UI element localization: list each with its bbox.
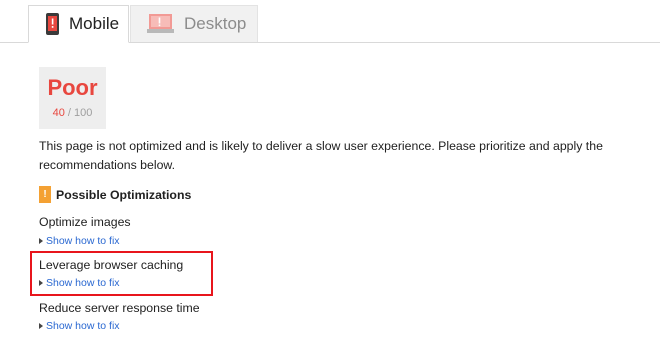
score-card: Poor 40 / 100: [39, 67, 106, 129]
device-tabbar: Mobile Desktop: [0, 0, 660, 43]
caret-right-icon: [39, 323, 43, 329]
score-number: 40: [52, 107, 65, 119]
section-title: Possible Optimizations: [56, 187, 192, 202]
tab-desktop-label: Desktop: [184, 14, 247, 33]
fix-link-label: Show how to fix: [46, 320, 120, 332]
tab-desktop[interactable]: Desktop: [130, 5, 258, 42]
summary-description: This page is not optimized and is likely…: [39, 139, 603, 172]
score-separator: /: [64, 107, 75, 119]
score-max: 100: [74, 107, 93, 119]
fix-link-label: Show how to fix: [46, 235, 120, 247]
caret-right-icon: [39, 238, 43, 244]
score-rating-label: Poor: [47, 75, 98, 100]
show-how-to-fix-link[interactable]: Show how to fix: [39, 319, 120, 333]
show-how-to-fix-link[interactable]: Show how to fix: [39, 234, 120, 248]
desktop-monitor-icon: [147, 14, 174, 34]
mobile-phone-icon: [46, 13, 59, 35]
tab-mobile-label: Mobile: [69, 14, 120, 33]
rule-title-optimize-images: Optimize images: [39, 215, 131, 229]
score-value: 40 / 100: [39, 105, 106, 121]
warning-icon: !: [39, 186, 51, 203]
pagespeed-results: Mobile Desktop Poor 40 / 100 This page i…: [0, 0, 660, 339]
tab-mobile[interactable]: Mobile: [28, 5, 129, 43]
highlight-annotation-box: [30, 251, 213, 296]
section-heading: ! Possible Optimizations: [39, 186, 191, 203]
rule-title-reduce-server-response-time: Reduce server response time: [39, 301, 200, 315]
